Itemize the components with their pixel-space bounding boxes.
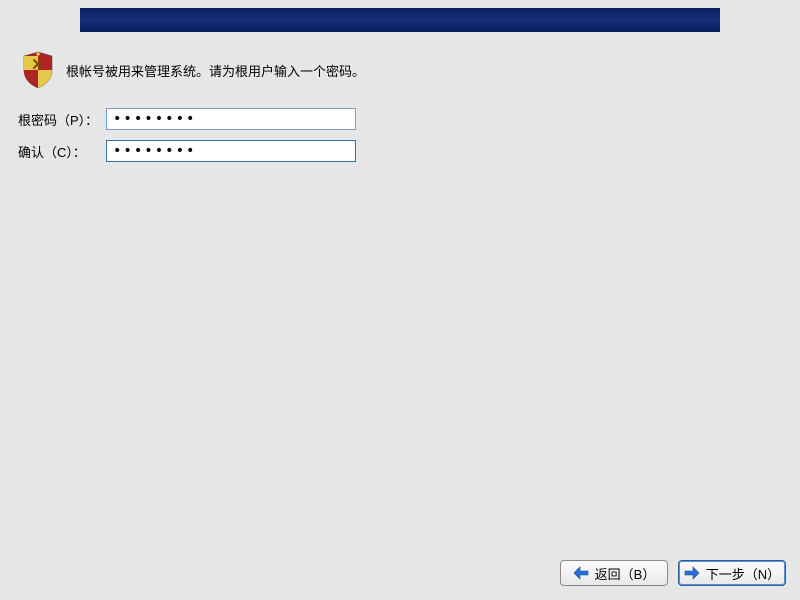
back-button[interactable]: 返回（B） bbox=[560, 560, 668, 586]
instruction-row: 根帐号被用来管理系统。请为根用户输入一个密码。 bbox=[20, 50, 365, 90]
password-form: 根密码（P）： 确认（C）： bbox=[18, 108, 356, 172]
arrow-left-icon bbox=[573, 566, 589, 580]
arrow-right-icon bbox=[684, 566, 700, 580]
root-password-label: 根密码（P）： bbox=[18, 110, 106, 129]
header-banner bbox=[80, 8, 720, 32]
confirm-password-input[interactable] bbox=[106, 140, 356, 162]
root-password-row: 根密码（P）： bbox=[18, 108, 356, 130]
confirm-password-row: 确认（C）： bbox=[18, 140, 356, 162]
next-button-label: 下一步（N） bbox=[706, 564, 780, 583]
confirm-password-label: 确认（C）： bbox=[18, 142, 106, 161]
instruction-text: 根帐号被用来管理系统。请为根用户输入一个密码。 bbox=[66, 61, 365, 80]
root-password-input[interactable] bbox=[106, 108, 356, 130]
button-bar: 返回（B） 下一步（N） bbox=[560, 560, 786, 586]
next-button[interactable]: 下一步（N） bbox=[678, 560, 786, 586]
shield-icon bbox=[20, 50, 56, 90]
back-button-label: 返回（B） bbox=[595, 564, 656, 583]
